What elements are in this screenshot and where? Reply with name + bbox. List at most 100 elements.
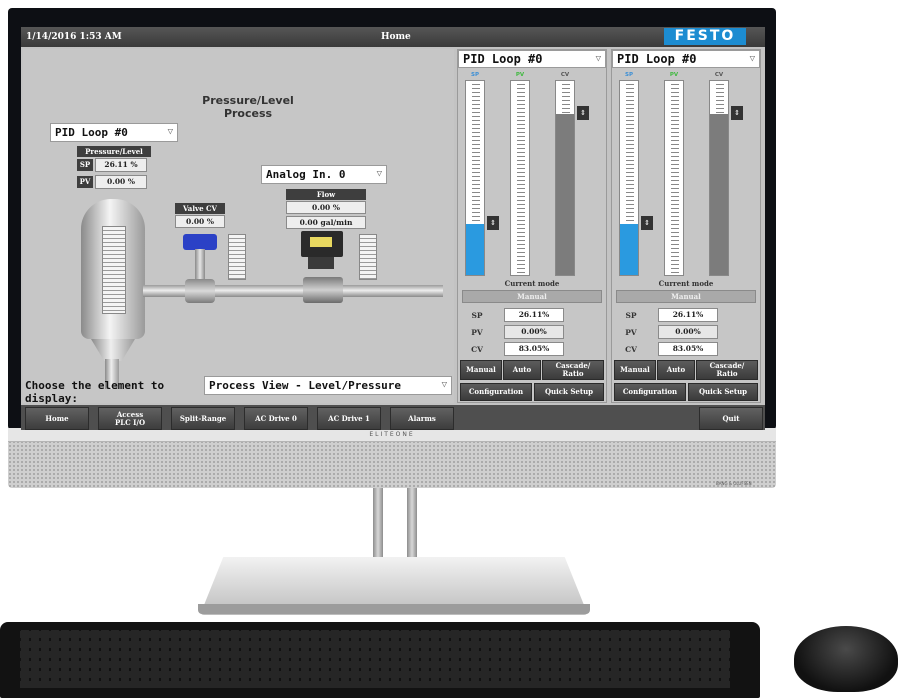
pv-bar-scale <box>671 81 679 275</box>
sp-slider-handle[interactable]: ⇕ <box>487 216 499 230</box>
sp-bar-fill <box>466 224 484 275</box>
configuration-button[interactable]: Configuration <box>614 383 686 401</box>
sp-row-value[interactable]: 26.11% <box>504 308 564 322</box>
ac-drive-0-button[interactable]: AC Drive 0 <box>244 407 308 430</box>
cv-row-value[interactable]: 83.05% <box>658 342 718 356</box>
sp-bar-label: SP <box>625 72 633 78</box>
cv-slider-handle[interactable]: ⇕ <box>731 106 743 120</box>
tank-cone <box>91 339 135 361</box>
flow-meter-screen <box>310 237 332 247</box>
pid-panel-1: PID Loop #0 ▽ SP PV CV ⇕ ⇕ Current mode … <box>457 49 607 403</box>
sp-bar-fill <box>620 224 638 275</box>
loop-select[interactable]: PID Loop #0 ▽ <box>50 123 178 142</box>
pv-row-value: 0.00% <box>504 325 564 339</box>
process-view: Pressure/Level Process PID Loop #0 ▽ Pre… <box>23 49 454 405</box>
dropdown-arrow-icon: ▽ <box>167 127 173 137</box>
sp-row-label: SP <box>471 311 483 320</box>
cv-bar[interactable] <box>555 80 575 276</box>
pv-row-label: PV <box>471 328 483 337</box>
cv-bar[interactable] <box>709 80 729 276</box>
display-element-value: Process View - Level/Pressure <box>209 379 402 392</box>
header-bar: 1/14/2016 1:53 AM Home FESTO <box>21 27 765 47</box>
dropdown-arrow-icon: ▽ <box>376 169 382 179</box>
pv-bar <box>664 80 684 276</box>
festo-logo: FESTO <box>664 28 746 45</box>
sp-label: SP <box>77 159 93 171</box>
sp-bar[interactable] <box>465 80 485 276</box>
pressure-level-label: Pressure/Level <box>77 146 151 157</box>
stand-base-edge <box>198 604 590 614</box>
page-title: Home <box>381 32 411 42</box>
stand-post-left <box>373 488 383 560</box>
pid-loop-select-1[interactable]: PID Loop #0 ▽ <box>458 50 606 68</box>
valve-actuator <box>183 234 217 250</box>
process-title-2: Process <box>223 107 273 120</box>
flow-label: Flow <box>286 189 366 200</box>
ac-drive-1-button[interactable]: AC Drive 1 <box>317 407 381 430</box>
flow-gauge <box>359 234 377 280</box>
auto-button[interactable]: Auto <box>503 360 541 380</box>
ratio-label: Ratio <box>716 369 738 378</box>
pid-title-1: PID Loop #0 <box>463 52 543 66</box>
dropdown-arrow-icon: ▽ <box>595 54 601 64</box>
cv-row-value[interactable]: 83.05% <box>504 342 564 356</box>
cv-bar-label: CV <box>714 72 724 78</box>
auto-button[interactable]: Auto <box>657 360 695 380</box>
mouse <box>794 626 898 692</box>
pv-bar-scale <box>517 81 525 275</box>
sp-slider-handle[interactable]: ⇕ <box>641 216 653 230</box>
split-range-button[interactable]: Split-Range <box>171 407 235 430</box>
sp-bar-label: SP <box>471 72 479 78</box>
pid-panel-2: PID Loop #0 ▽ SP PV CV ⇕ ⇕ Current mode … <box>611 49 761 403</box>
cv-bar-fill <box>556 114 574 275</box>
bottom-nav: Home Access PLC I/O Split-Range AC Drive … <box>21 405 765 430</box>
flow-meter-body <box>303 277 343 303</box>
datetime: 1/14/2016 1:53 AM <box>26 32 122 42</box>
manual-button[interactable]: Manual <box>460 360 502 380</box>
dropdown-arrow-icon: ▽ <box>441 380 447 390</box>
pv-value: 0.00 % <box>95 175 147 189</box>
alarms-button[interactable]: Alarms <box>390 407 454 430</box>
valve-cv-value: 0.00 % <box>175 215 225 228</box>
speaker-brand: BANG & OLUFSEN <box>716 481 752 486</box>
sp-value: 26.11 % <box>95 158 147 172</box>
current-mode-value: Manual <box>462 290 602 303</box>
cv-bar-label: CV <box>560 72 570 78</box>
manual-button[interactable]: Manual <box>614 360 656 380</box>
quit-button[interactable]: Quit <box>699 407 763 430</box>
analog-input-select[interactable]: Analog In. 0 ▽ <box>261 165 387 184</box>
access-plc-io-button[interactable]: Access PLC I/O <box>98 407 162 430</box>
monitor-brand-strip: ELITEONE <box>8 428 776 442</box>
valve-body <box>185 279 215 303</box>
dropdown-arrow-icon: ▽ <box>749 54 755 64</box>
sp-row-label: SP <box>625 311 637 320</box>
quick-setup-button[interactable]: Quick Setup <box>534 383 604 401</box>
flow-rate: 0.00 gal/min <box>286 216 366 229</box>
quick-setup-button[interactable]: Quick Setup <box>688 383 758 401</box>
process-title-1: Pressure/Level <box>202 94 294 107</box>
tank-level-gauge <box>102 226 126 314</box>
pv-bar <box>510 80 530 276</box>
sp-row-value[interactable]: 26.11% <box>658 308 718 322</box>
home-button[interactable]: Home <box>25 407 89 430</box>
valve-cv-label: Valve CV <box>175 203 225 214</box>
pv-bar-label: PV <box>515 72 525 78</box>
cascade-ratio-button[interactable]: Cascade/Ratio <box>542 360 604 380</box>
analog-select-value: Analog In. 0 <box>266 168 346 181</box>
flow-percent: 0.00 % <box>286 201 366 214</box>
display-element-select[interactable]: Process View - Level/Pressure ▽ <box>204 376 452 395</box>
hmi-screen: 1/14/2016 1:53 AM Home FESTO Pressure/Le… <box>21 27 765 430</box>
sp-bar[interactable] <box>619 80 639 276</box>
cv-slider-handle[interactable]: ⇕ <box>577 106 589 120</box>
current-mode-value: Manual <box>616 290 756 303</box>
pid-loop-select-2[interactable]: PID Loop #0 ▽ <box>612 50 760 68</box>
monitor-brand: ELITEONE <box>369 431 415 438</box>
cascade-ratio-button[interactable]: Cascade/Ratio <box>696 360 758 380</box>
pv-row-label: PV <box>625 328 637 337</box>
current-mode-label: Current mode <box>658 279 714 288</box>
plc-io-label: PLC I/O <box>114 417 146 427</box>
loop-select-value: PID Loop #0 <box>55 126 128 139</box>
cv-row-label: CV <box>625 345 637 354</box>
configuration-button[interactable]: Configuration <box>460 383 532 401</box>
stand-post-right <box>407 488 417 560</box>
